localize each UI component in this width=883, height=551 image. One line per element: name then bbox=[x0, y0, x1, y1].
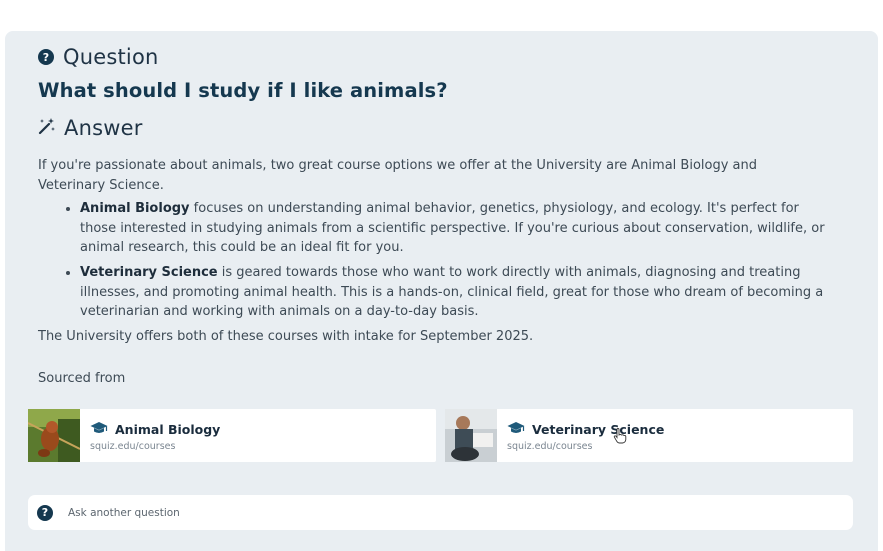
sourced-from-label: Sourced from bbox=[38, 371, 126, 386]
source-card-animal-biology[interactable]: Animal Biology squiz.edu/courses bbox=[27, 409, 436, 462]
question-circle-icon: ? bbox=[37, 504, 53, 521]
list-item: Animal Biology focuses on understanding … bbox=[80, 199, 828, 258]
list-item-text: focuses on understanding animal behavior… bbox=[80, 201, 825, 256]
question-text: What should I study if I like animals? bbox=[38, 79, 448, 102]
answer-heading: Answer bbox=[64, 116, 143, 140]
qa-panel: ? Question What should I study if I like… bbox=[5, 31, 878, 551]
list-item: Veterinary Science is geared towards tho… bbox=[80, 263, 828, 322]
answer-body: If you're passionate about animals, two … bbox=[38, 156, 828, 346]
answer-header: Answer bbox=[38, 116, 143, 140]
question-circle-icon: ? bbox=[38, 49, 54, 65]
list-item-term: Animal Biology bbox=[80, 201, 190, 217]
hand-pointer-icon bbox=[613, 428, 627, 448]
graduation-cap-icon bbox=[90, 420, 108, 439]
ask-question-box[interactable]: ? bbox=[28, 495, 853, 530]
answer-outro: The University offers both of these cour… bbox=[38, 328, 534, 344]
source-card-veterinary-science[interactable]: Veterinary Science squiz.edu/courses bbox=[445, 409, 853, 462]
answer-intro: If you're passionate about animals, two … bbox=[38, 158, 757, 193]
question-header: ? Question bbox=[38, 45, 159, 69]
magic-wand-icon bbox=[38, 117, 56, 139]
source-card-title: Animal Biology bbox=[115, 421, 221, 437]
list-item-term: Veterinary Science bbox=[80, 264, 218, 280]
source-card-title: Veterinary Science bbox=[532, 421, 665, 437]
source-card-url: squiz.edu/courses bbox=[507, 440, 593, 452]
ask-question-input[interactable] bbox=[66, 505, 810, 520]
graduation-cap-icon bbox=[507, 420, 525, 439]
source-card-url: squiz.edu/courses bbox=[90, 440, 176, 452]
course-list: Animal Biology focuses on understanding … bbox=[38, 199, 828, 322]
question-heading: Question bbox=[63, 45, 159, 69]
source-thumbnail-veterinary-science bbox=[445, 409, 497, 462]
source-thumbnail-animal-biology bbox=[27, 409, 81, 462]
